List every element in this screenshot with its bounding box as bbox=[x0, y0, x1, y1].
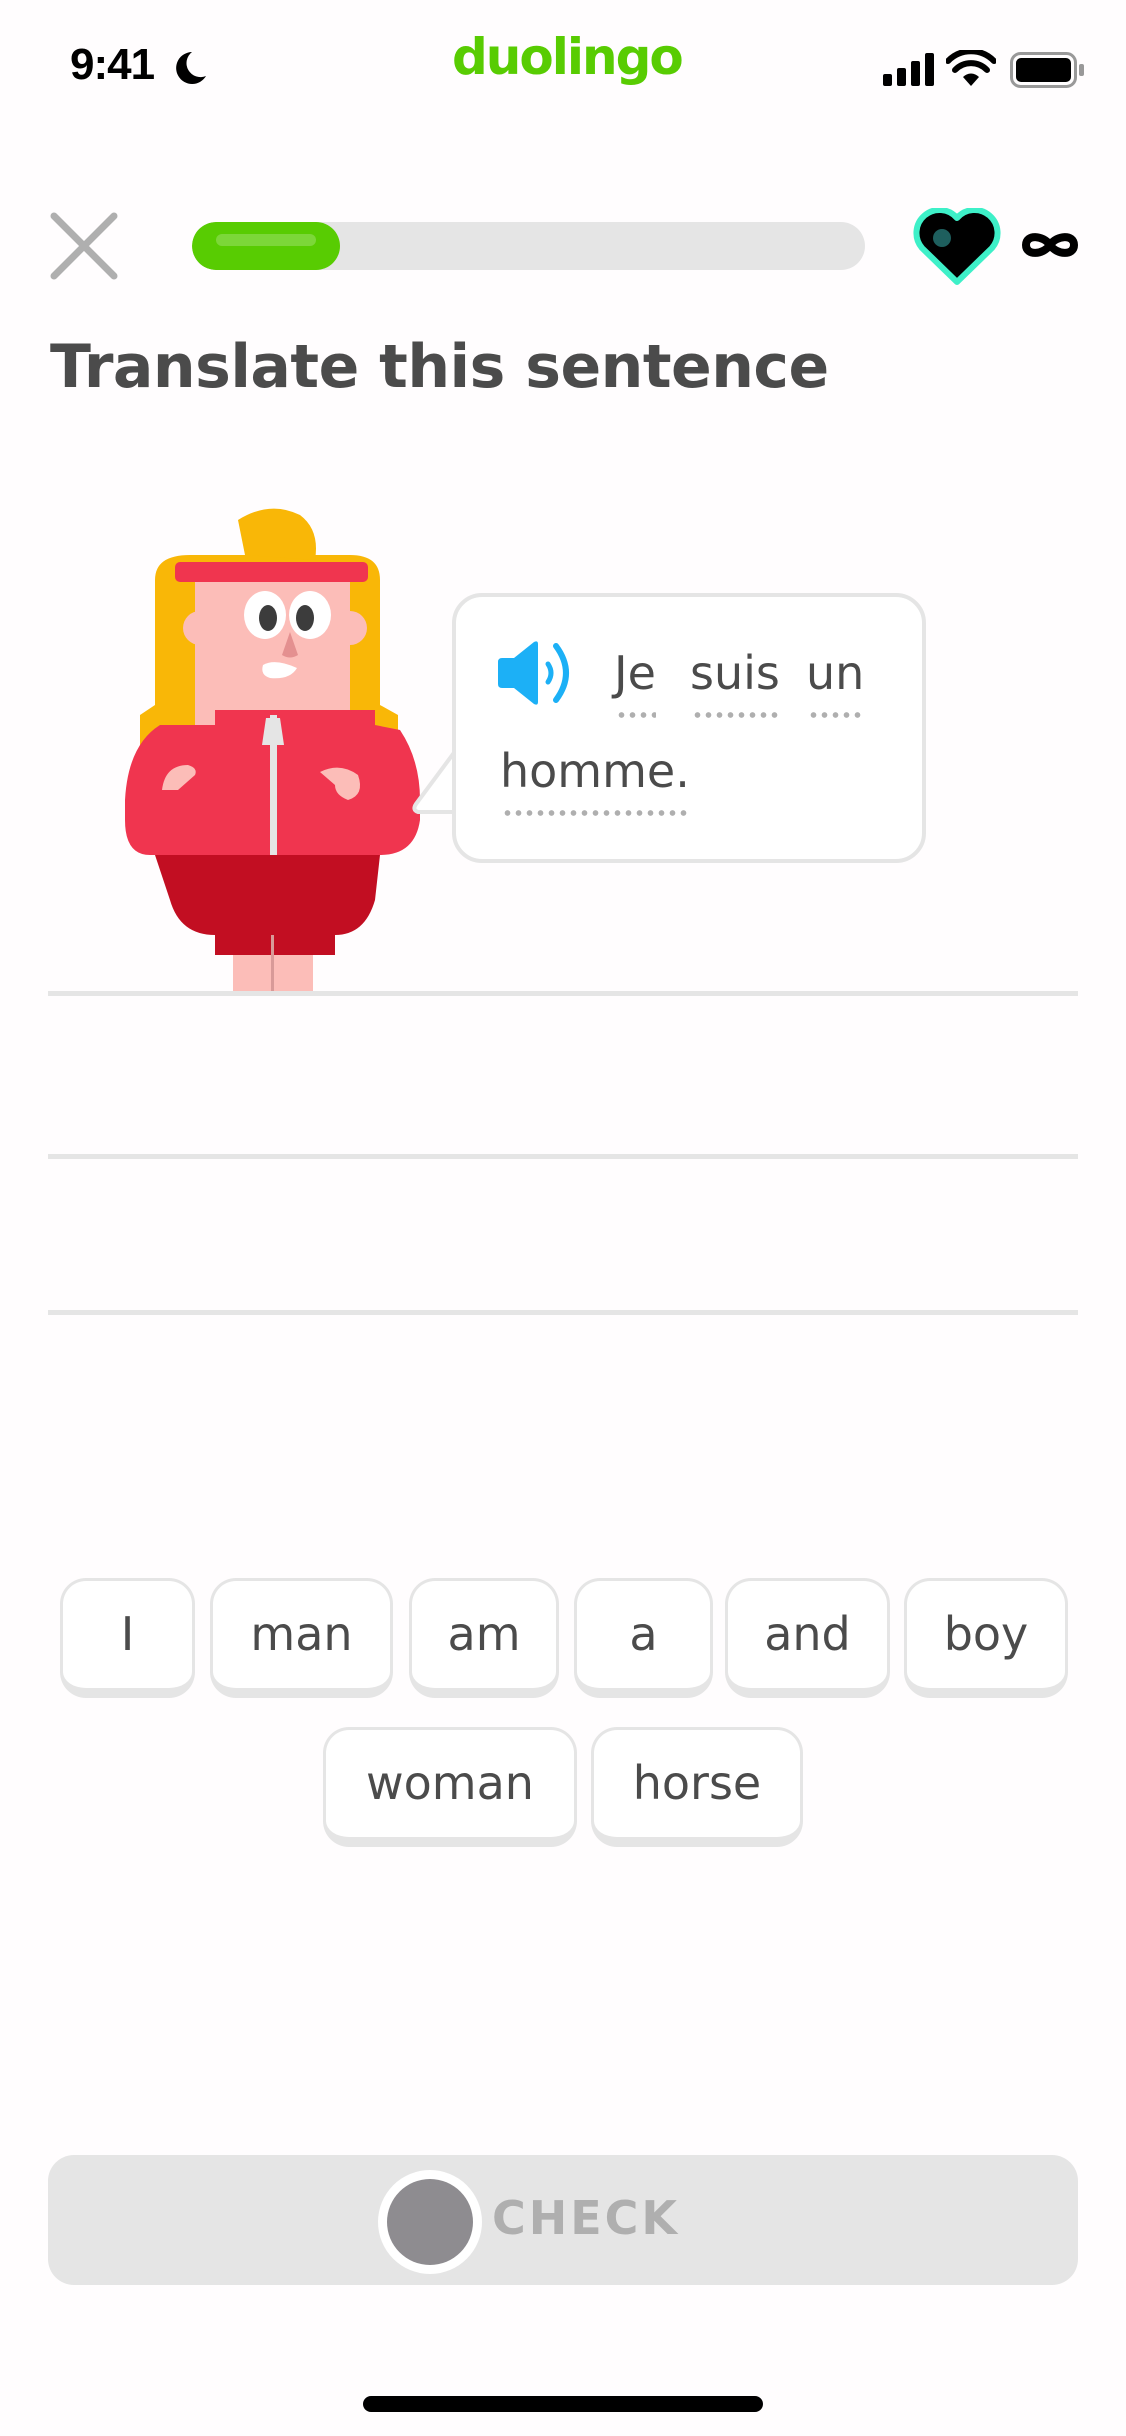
status-time: 9:41 bbox=[70, 40, 155, 89]
battery-icon bbox=[1010, 52, 1084, 88]
word-tile[interactable]: boy bbox=[904, 1578, 1068, 1698]
word-tile[interactable]: am bbox=[409, 1578, 559, 1698]
check-button[interactable]: CHECK bbox=[48, 2155, 1078, 2285]
cellular-signal-icon bbox=[883, 53, 934, 86]
word-tile[interactable]: I bbox=[60, 1578, 195, 1698]
exercise-title: Translate this sentence bbox=[50, 332, 829, 402]
prompt-word[interactable]: homme. bbox=[500, 748, 690, 816]
speech-bubble-tail bbox=[412, 750, 458, 814]
prompt-word[interactable]: Je bbox=[614, 650, 656, 718]
answer-line bbox=[48, 991, 1078, 996]
answer-line bbox=[48, 1154, 1078, 1159]
hearts-count bbox=[1018, 222, 1082, 268]
word-tile[interactable]: woman bbox=[323, 1727, 577, 1847]
close-icon[interactable] bbox=[48, 210, 120, 282]
lesson-progress-bar bbox=[192, 222, 865, 270]
moon-icon bbox=[176, 52, 206, 84]
prompt-word[interactable]: suis bbox=[690, 650, 780, 718]
character-illustration bbox=[125, 508, 420, 995]
speech-bubble bbox=[452, 593, 926, 863]
word-tile[interactable]: man bbox=[210, 1578, 393, 1698]
home-indicator[interactable] bbox=[363, 2396, 763, 2412]
speaker-icon[interactable] bbox=[496, 640, 578, 706]
word-tile[interactable]: horse bbox=[591, 1727, 803, 1847]
duolingo-logo: duolingo bbox=[452, 28, 684, 86]
touch-indicator bbox=[378, 2170, 482, 2274]
answer-line bbox=[48, 1310, 1078, 1315]
heart-icon[interactable] bbox=[912, 208, 1002, 286]
infinity-icon bbox=[1021, 233, 1079, 257]
word-tile[interactable]: a bbox=[574, 1578, 713, 1698]
check-button-label: CHECK bbox=[491, 2191, 681, 2245]
word-tile[interactable]: and bbox=[725, 1578, 890, 1698]
wifi-icon bbox=[946, 50, 996, 86]
touch-indicator-dot bbox=[387, 2179, 473, 2265]
prompt-word[interactable]: un bbox=[806, 650, 865, 718]
progress-fill bbox=[192, 222, 340, 270]
